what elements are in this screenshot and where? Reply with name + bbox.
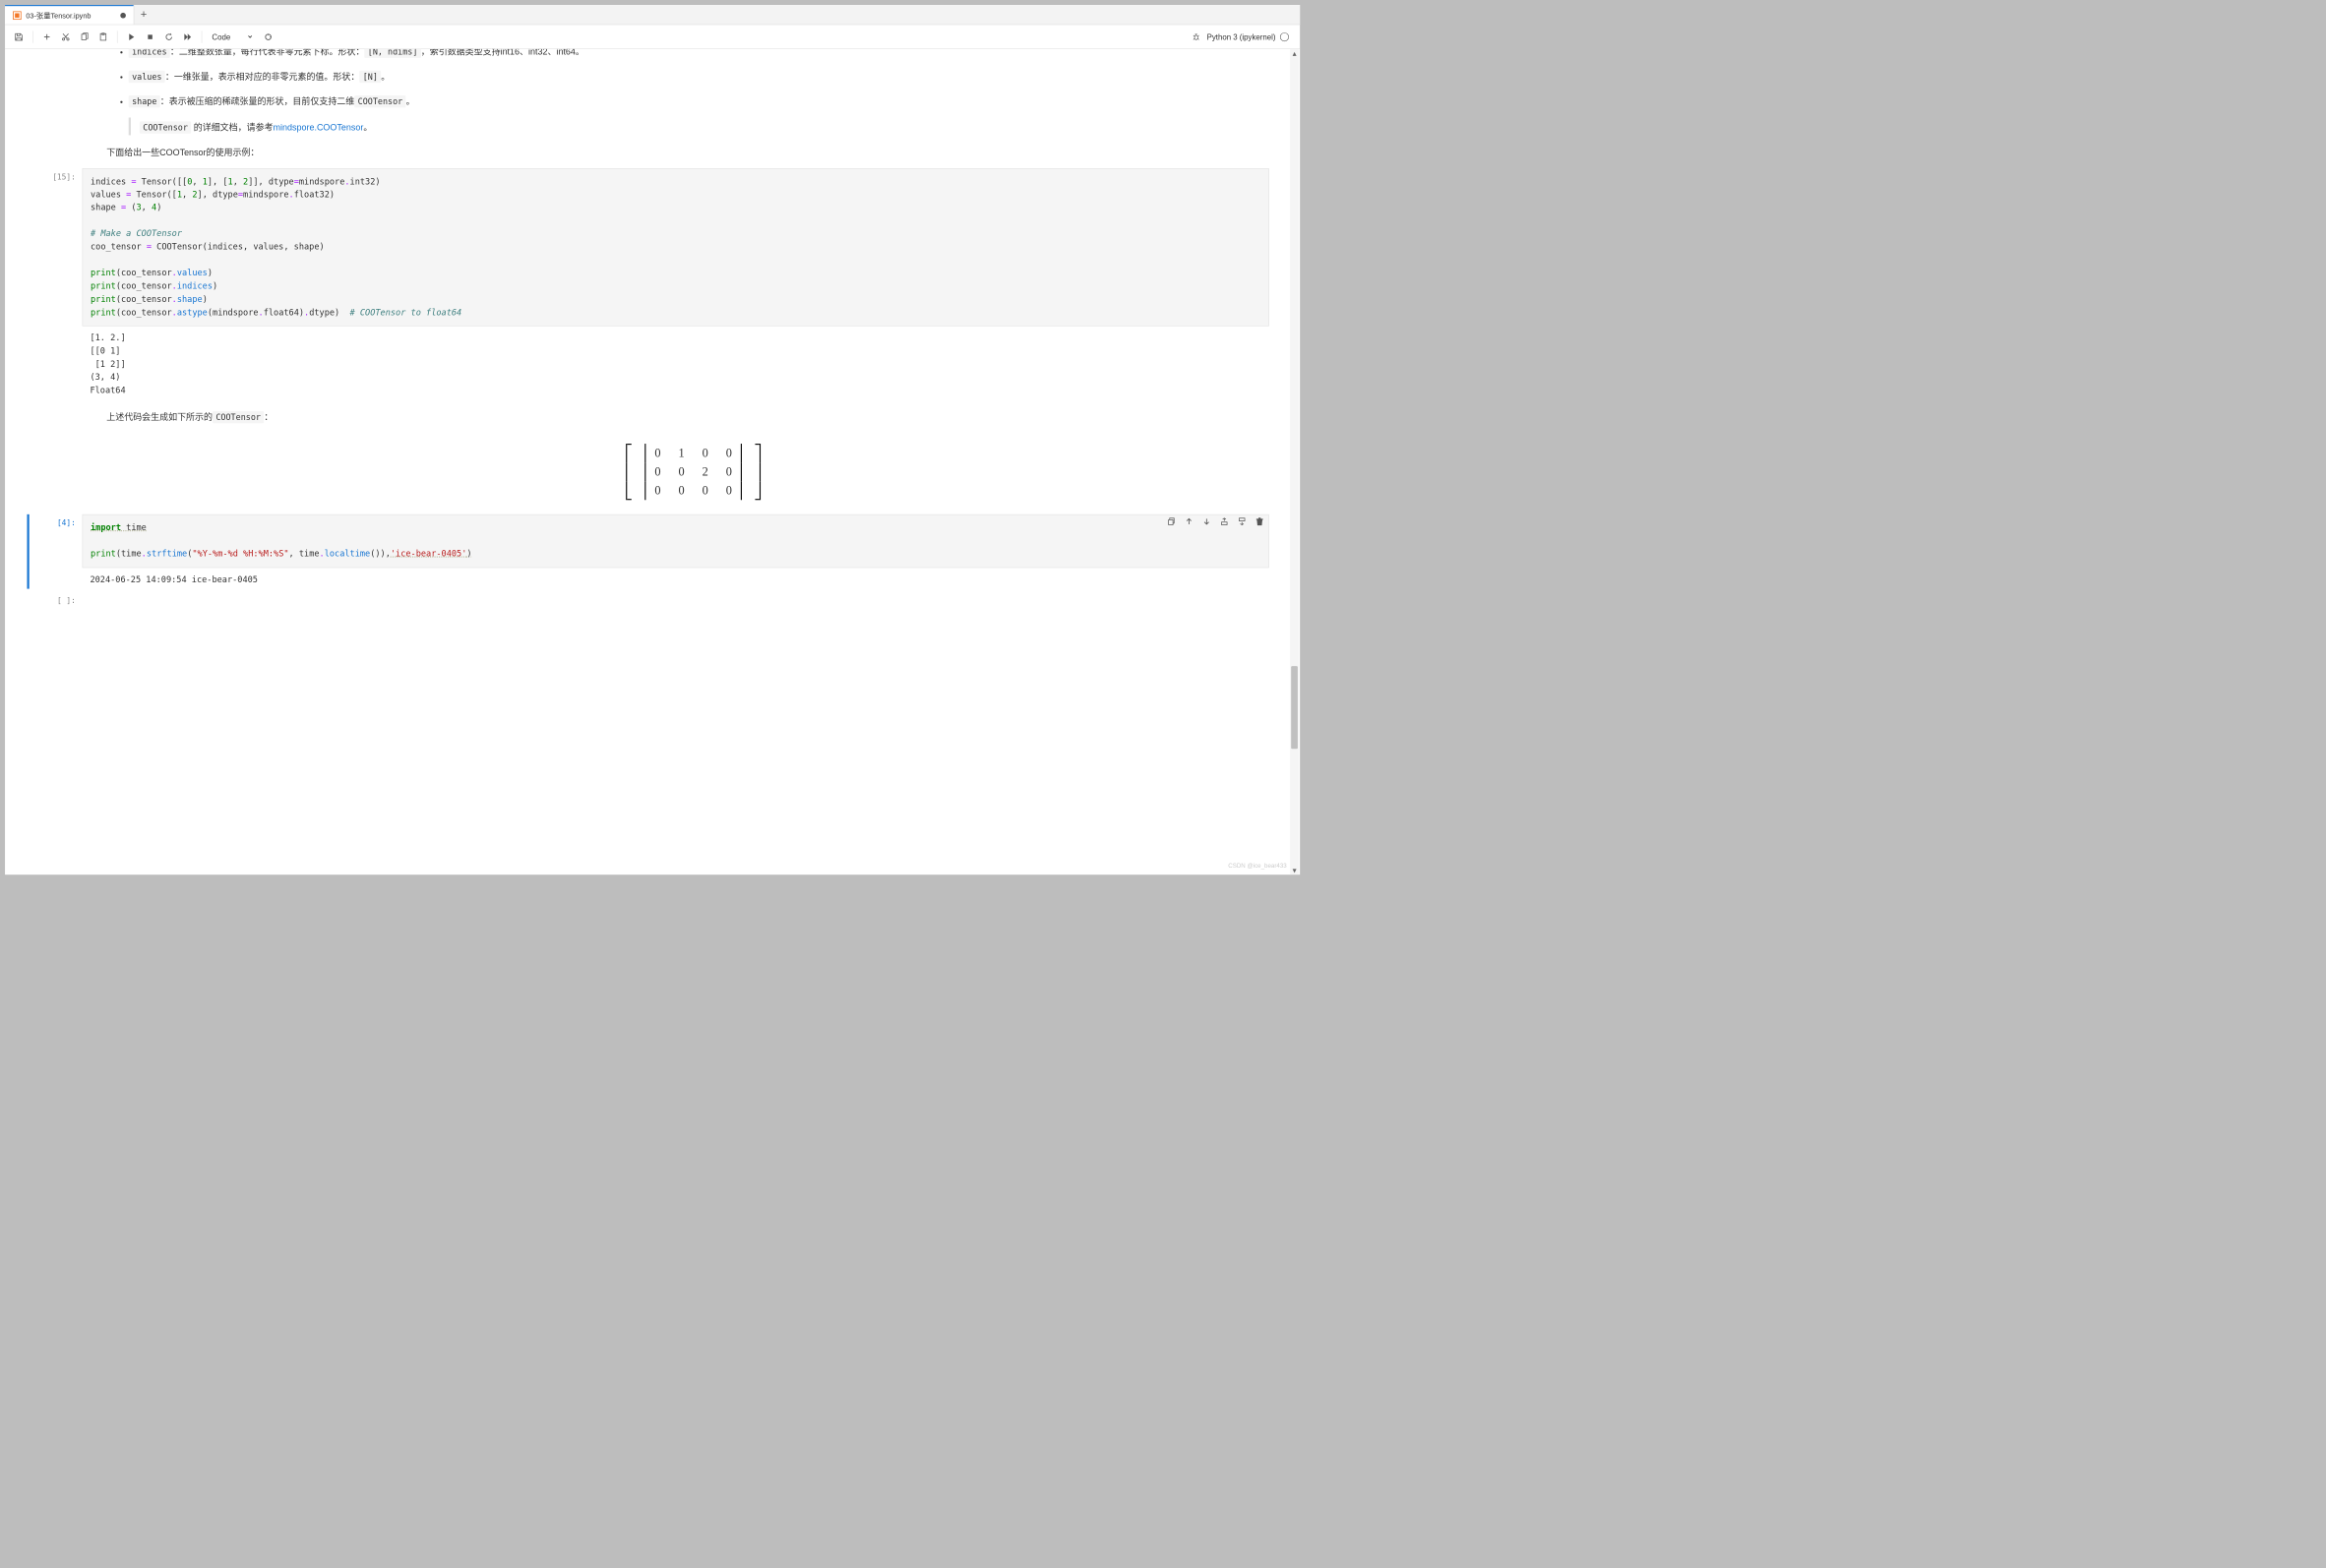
paragraph: 下面给出一些COOTensor的使用示例： <box>106 145 1280 157</box>
list-item: indices：二维整数张量，每行代表非零元素下标。形状：[N, ndims]，… <box>129 49 1280 62</box>
markdown-cell: indices：二维整数张量，每行代表非零元素下标。形状：[N, ndims]，… <box>25 49 1280 158</box>
cell-actions <box>1167 517 1264 530</box>
toolbar: Code Python 3 (ipykernel) <box>5 25 1300 49</box>
insert-above-icon[interactable] <box>1220 517 1229 530</box>
kernel-name: Python 3 (ipykernel) <box>1207 32 1276 41</box>
code-editor[interactable]: indices = Tensor([[0, 1], [1, 2]], dtype… <box>83 168 1269 327</box>
list-item: values：一维张量，表示相对应的非零元素的值。形状：[N]。 <box>129 68 1280 88</box>
markdown-cell: 上述代码会生成如下所示的COOTensor： 0100 0020 0000 <box>25 409 1280 511</box>
vertical-scrollbar[interactable]: ▴ ▾ <box>1290 49 1299 874</box>
code-cell-empty: [ ]: <box>25 592 1280 605</box>
app-window: 03-张量Tensor.ipynb + Code Python 3 (ipyke… <box>5 5 1300 874</box>
code-editor[interactable]: import time print(time.strftime("%Y-%m-%… <box>83 514 1269 568</box>
save-button[interactable] <box>11 29 28 45</box>
scroll-thumb[interactable] <box>1291 666 1298 749</box>
run-all-button[interactable] <box>179 29 196 45</box>
move-up-icon[interactable] <box>1185 517 1194 530</box>
scroll-up-icon[interactable]: ▴ <box>1290 49 1299 58</box>
add-cell-button[interactable] <box>38 29 55 45</box>
notebook-area: indices：二维整数张量，每行代表非零元素下标。形状：[N, ndims]，… <box>5 49 1300 874</box>
code-cell-active: [4]: import time print(time.strftime("%Y… <box>25 514 1280 589</box>
delete-icon[interactable] <box>1255 517 1264 530</box>
paragraph: 上述代码会生成如下所示的COOTensor： <box>106 409 1280 422</box>
cell-prompt: [15]: <box>42 168 82 399</box>
stop-button[interactable] <box>142 29 158 45</box>
copy-button[interactable] <box>76 29 92 45</box>
list-item: shape：表示被压缩的稀疏张量的形状，目前仅支持二维COOTensor。 <box>129 92 1280 112</box>
cell-type-select[interactable]: Code <box>208 29 258 44</box>
cell-type-label: Code <box>212 32 230 41</box>
cell-prompt: [ ]: <box>42 592 82 605</box>
duplicate-icon[interactable] <box>1167 517 1176 530</box>
cell-output: [1. 2.] [[0 1] [1 2]] (3, 4) Float64 <box>83 327 1269 399</box>
kernel-status-icon <box>1280 32 1289 41</box>
insert-below-icon[interactable] <box>1238 517 1247 530</box>
doc-link[interactable]: mindspore.COOTensor <box>274 123 364 133</box>
watermark: CSDN @ice_bear433 <box>1228 863 1286 870</box>
notebook-icon <box>13 11 22 20</box>
kernel-indicator[interactable]: Python 3 (ipykernel) <box>1207 32 1295 41</box>
move-down-icon[interactable] <box>1202 517 1211 530</box>
notebook-tab[interactable]: 03-张量Tensor.ipynb <box>5 5 134 25</box>
tab-bar: 03-张量Tensor.ipynb + <box>5 5 1300 25</box>
add-tab-button[interactable]: + <box>134 5 153 25</box>
matrix-display: 0100 0020 0000 <box>106 433 1280 512</box>
cell-output: 2024-06-25 14:09:54 ice-bear-0405 <box>83 568 1269 588</box>
paste-button[interactable] <box>94 29 111 45</box>
restart-button[interactable] <box>160 29 177 45</box>
cell-prompt: [4]: <box>42 514 82 589</box>
bug-icon[interactable] <box>1189 29 1205 45</box>
code-cell: [15]: indices = Tensor([[0, 1], [1, 2]],… <box>25 168 1280 399</box>
run-button[interactable] <box>123 29 140 45</box>
cut-button[interactable] <box>57 29 74 45</box>
chevron-down-icon <box>247 32 254 41</box>
render-button[interactable] <box>260 29 276 45</box>
unsaved-indicator <box>120 13 126 19</box>
blockquote: COOTensor 的详细文档，请参考mindspore.COOTensor。 <box>129 117 1280 135</box>
tab-title: 03-张量Tensor.ipynb <box>26 10 91 21</box>
scroll-down-icon[interactable]: ▾ <box>1290 866 1299 874</box>
